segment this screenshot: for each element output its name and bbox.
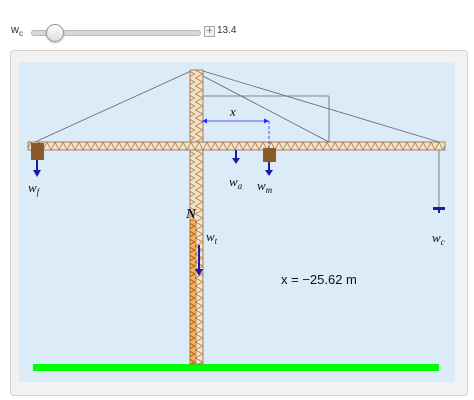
x-readout: x = −25.62 m xyxy=(281,272,357,287)
wc-value: 13.4 xyxy=(217,25,237,36)
slider-label: wc xyxy=(11,24,23,39)
sky-background xyxy=(19,62,455,382)
jib-truss xyxy=(27,141,446,151)
label-x: x xyxy=(229,104,236,119)
wc-slider-thumb[interactable] xyxy=(46,24,65,42)
ground xyxy=(33,364,439,371)
control-bar: wc + 13.4 xyxy=(0,0,474,50)
trolley-block xyxy=(263,148,276,162)
tower-highlight-segment xyxy=(189,219,197,365)
label-n: N xyxy=(185,207,197,222)
expand-controls-button[interactable]: + xyxy=(204,26,215,37)
crane-diagram: wf wa wm x wc N wt x = −25.62 m xyxy=(19,62,455,382)
counterweight-block xyxy=(31,143,44,160)
